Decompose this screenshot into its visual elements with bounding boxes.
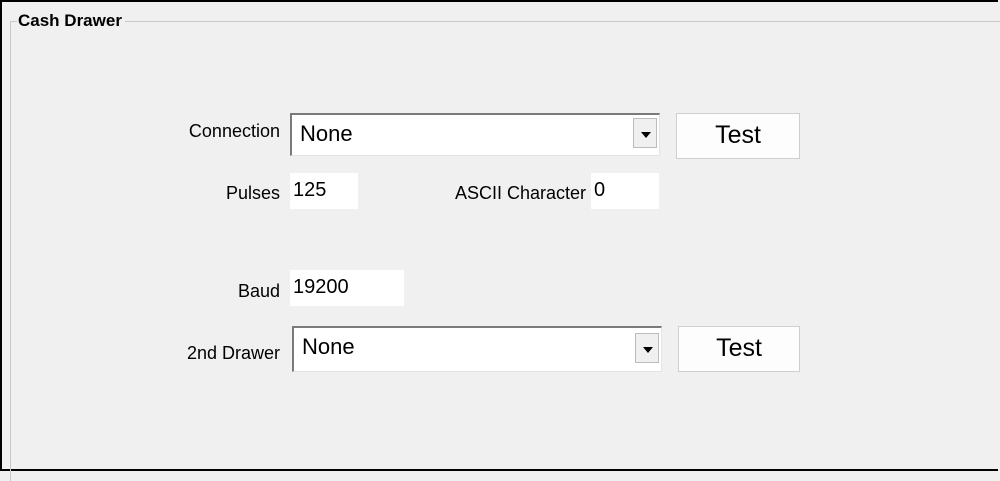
second-drawer-dropdown[interactable]: None (292, 326, 662, 372)
pulses-input[interactable]: 125 (290, 173, 358, 209)
ascii-character-input[interactable]: 0 (591, 173, 659, 209)
second-drawer-value: None (302, 334, 355, 359)
ascii-character-label: ASCII Character (454, 183, 586, 203)
chevron-down-icon[interactable] (635, 333, 659, 363)
cash-drawer-groupbox (10, 21, 1000, 481)
group-title: Cash Drawer (17, 11, 125, 31)
connection-label: Connection (188, 121, 280, 141)
second-drawer-test-button[interactable]: Test (678, 326, 800, 372)
baud-label: Baud (237, 281, 280, 301)
connection-value: None (300, 121, 353, 146)
pulses-label: Pulses (225, 183, 280, 203)
second-drawer-label: 2nd Drawer (186, 343, 280, 363)
connection-dropdown[interactable]: None (290, 113, 660, 156)
chevron-down-icon[interactable] (633, 118, 657, 148)
connection-test-button[interactable]: Test (676, 113, 800, 159)
baud-input[interactable]: 19200 (290, 270, 404, 306)
window-frame: Cash Drawer Connection None Test Pulses … (0, 0, 1000, 481)
